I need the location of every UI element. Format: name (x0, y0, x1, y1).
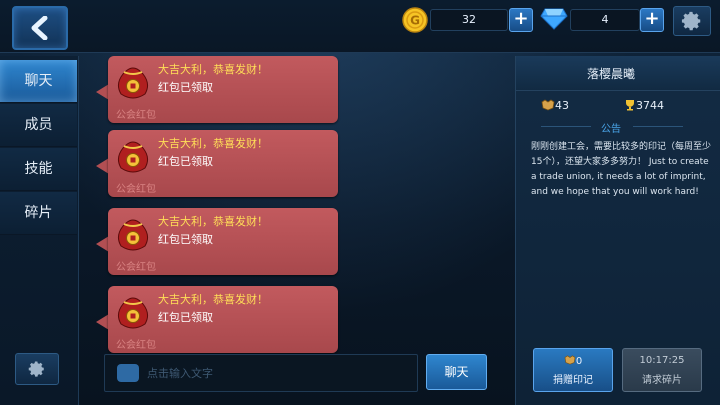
message-title: 大吉大利，恭喜发财！ (158, 63, 268, 76)
guild-level: 43 (541, 99, 569, 112)
guild-notice-text: 刚刚创建工会，需要比较多的印记（每周至少15个），还望大家多多努力！ Just … (531, 142, 712, 197)
guild-name: 落樱晨曦 (586, 67, 635, 81)
chat-settings-button[interactable] (15, 353, 59, 385)
tab-skills[interactable]: 技能 (0, 148, 77, 191)
gold-coin-icon: G (402, 7, 428, 33)
guild-name-bar: 落樱晨曦 (516, 56, 720, 91)
request-fragment-button[interactable]: 10:17:25 请求碎片 (622, 348, 702, 392)
message-tag: 公会红包 (116, 262, 156, 273)
chat-input[interactable]: 点击输入文字 (104, 354, 418, 392)
donate-imprint-button[interactable]: 0 捐赠印记 (533, 348, 613, 392)
guild-badge-icon (541, 99, 555, 111)
message-status: 红包已领取 (158, 311, 213, 324)
message-status: 红包已领取 (158, 155, 213, 168)
diamond-resource: 4 + (540, 7, 664, 32)
list-item[interactable]: 大吉大利，恭喜发财！ 红包已领取 公会红包 (96, 286, 338, 353)
tab-members[interactable]: 成员 (0, 104, 77, 147)
donate-label: 捐赠印记 (553, 375, 593, 386)
trophy-count: 3744 (636, 99, 664, 112)
red-packet-bag-icon (117, 67, 149, 99)
svg-text:G: G (410, 14, 420, 28)
guild-badge-icon (564, 355, 576, 365)
chat-message-list[interactable]: 大吉大利，恭喜发财！ 红包已领取 公会红包 大吉大利，恭喜发财！ 红包已领取 公… (79, 56, 511, 405)
gold-count: 32 (430, 9, 508, 31)
request-label: 请求碎片 (642, 375, 682, 386)
notice-label: 公告 (601, 124, 621, 135)
message-status: 红包已领取 (158, 233, 213, 246)
red-packet-bag-icon (117, 141, 149, 173)
red-packet-bag-icon (117, 219, 149, 251)
message-tag: 公会红包 (116, 340, 156, 351)
back-arrow-icon (31, 16, 48, 40)
guild-level-value: 43 (555, 99, 569, 112)
back-button[interactable] (12, 6, 68, 50)
add-gold-button[interactable]: + (509, 8, 533, 32)
list-item[interactable]: 大吉大利，恭喜发财！ 红包已领取 公会红包 (96, 208, 338, 275)
donate-count-row: 0 (534, 355, 612, 367)
request-timer: 10:17:25 (639, 355, 685, 366)
add-diamond-button[interactable]: + (640, 8, 664, 32)
gear-icon (28, 361, 44, 377)
message-title: 大吉大利，恭喜发财！ (158, 137, 268, 150)
chat-bubble-icon (117, 364, 139, 382)
message-tag: 公会红包 (116, 184, 156, 195)
donate-count: 0 (575, 356, 583, 367)
sidebar: 聊天 成员 技能 碎片 (0, 56, 79, 405)
list-item[interactable]: 大吉大利，恭喜发财！ 红包已领取 公会红包 (96, 56, 338, 123)
message-title: 大吉大利，恭喜发财！ (158, 215, 268, 228)
guild-trophies: 3744 (624, 99, 664, 112)
top-bar: G 32 + 4 + (0, 0, 720, 53)
tab-fragments[interactable]: 碎片 (0, 192, 77, 235)
message-tag: 公会红包 (116, 110, 156, 121)
trophy-icon (626, 100, 634, 111)
diamond-count: 4 (570, 9, 640, 31)
gear-icon (681, 11, 701, 31)
red-packet-bag-icon (117, 297, 149, 329)
tab-chat[interactable]: 聊天 (0, 60, 77, 103)
send-chat-button[interactable]: 聊天 (426, 354, 487, 390)
gold-resource: G 32 + (402, 7, 533, 33)
chat-input-placeholder: 点击输入文字 (147, 367, 213, 380)
list-item[interactable]: 大吉大利，恭喜发财！ 红包已领取 公会红包 (96, 130, 338, 197)
message-title: 大吉大利，恭喜发财！ (158, 293, 268, 306)
message-status: 红包已领取 (158, 81, 213, 94)
diamond-icon (540, 8, 568, 30)
settings-button[interactable] (673, 6, 711, 36)
